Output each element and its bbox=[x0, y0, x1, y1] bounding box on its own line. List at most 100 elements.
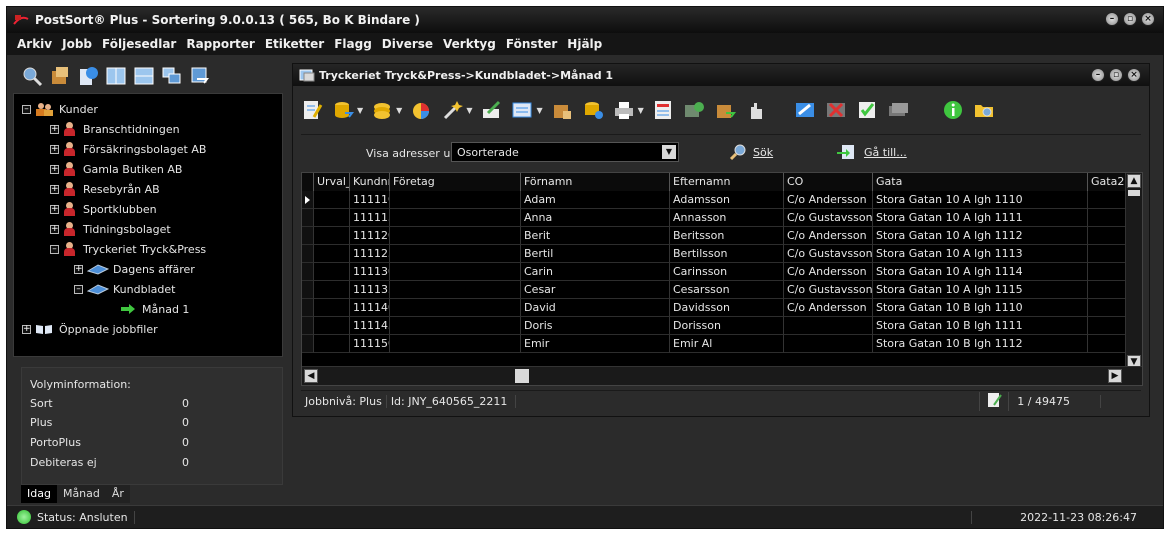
close-button[interactable]: × bbox=[1141, 12, 1155, 26]
table-cell[interactable] bbox=[1088, 245, 1128, 263]
package-stamp-icon[interactable] bbox=[551, 99, 573, 121]
network-sort-icon[interactable] bbox=[683, 99, 705, 121]
collapse-icon[interactable]: – bbox=[22, 104, 31, 114]
child-close-button[interactable]: × bbox=[1127, 68, 1141, 82]
table-cell[interactable] bbox=[314, 245, 350, 263]
menu-flagg[interactable]: Flagg bbox=[334, 37, 372, 51]
table-cell[interactable]: Emir bbox=[521, 335, 670, 353]
table-cell[interactable] bbox=[1088, 317, 1128, 335]
table-cell[interactable]: 111120 bbox=[350, 227, 390, 245]
table-cell[interactable]: Berit bbox=[521, 227, 670, 245]
form-icon[interactable] bbox=[511, 99, 533, 121]
edit-document-icon[interactable] bbox=[480, 99, 502, 121]
child-restore-button[interactable]: ▫ bbox=[1109, 68, 1123, 82]
collapse-icon[interactable]: – bbox=[74, 284, 83, 294]
menu-etiketter[interactable]: Etiketter bbox=[265, 37, 324, 51]
menu-rapporter[interactable]: Rapporter bbox=[186, 37, 254, 51]
table-cell[interactable]: C/o Gustavsson bbox=[784, 281, 873, 299]
info-icon[interactable] bbox=[942, 99, 964, 121]
table-cell[interactable]: 111110 bbox=[350, 191, 390, 209]
column-header[interactable]: Kundnr bbox=[350, 173, 390, 191]
table-cell[interactable] bbox=[1088, 281, 1128, 299]
expand-icon[interactable]: + bbox=[50, 124, 59, 134]
column-header[interactable]: Efternamn bbox=[670, 173, 784, 191]
table-cell[interactable]: C/o Gustavsson bbox=[784, 209, 873, 227]
table-cell[interactable]: Dorisson bbox=[670, 317, 784, 335]
menu-verktyg[interactable]: Verktyg bbox=[443, 37, 496, 51]
table-cell[interactable]: C/o Andersson bbox=[784, 227, 873, 245]
table-cell[interactable]: Stora Gatan 10 B lgh 1111 bbox=[873, 317, 1088, 335]
tree-item-customer[interactable]: + Gamla Butiken AB bbox=[50, 160, 182, 178]
table-cell[interactable] bbox=[314, 299, 350, 317]
table-cell[interactable] bbox=[1088, 263, 1128, 281]
table-cell[interactable]: C/o Andersson bbox=[784, 299, 873, 317]
table-cell[interactable] bbox=[1088, 227, 1128, 245]
column-header[interactable]: Förnamn bbox=[521, 173, 670, 191]
table-cell[interactable] bbox=[390, 299, 521, 317]
table-cell[interactable] bbox=[390, 335, 521, 353]
tree-item-customer[interactable]: + Sportklubben bbox=[50, 200, 157, 218]
table-cell[interactable]: C/o Andersson bbox=[784, 191, 873, 209]
table-cell[interactable]: Stora Gatan 10 A lgh 1112 bbox=[873, 227, 1088, 245]
goto-button[interactable]: Gå till... bbox=[836, 143, 907, 161]
table-cell[interactable] bbox=[314, 263, 350, 281]
database-coins-icon[interactable] bbox=[582, 99, 604, 121]
dropdown-arrow-icon[interactable]: ▼ bbox=[357, 106, 363, 115]
table-cell[interactable]: 111115 bbox=[350, 209, 390, 227]
row-selector[interactable] bbox=[302, 317, 314, 335]
tree-item-customer[interactable]: + Branschtidningen bbox=[50, 120, 180, 138]
table-cell[interactable]: 111145 bbox=[350, 317, 390, 335]
pie-chart-icon[interactable] bbox=[410, 99, 432, 121]
chevron-down-icon[interactable]: ▼ bbox=[662, 145, 676, 159]
expand-icon[interactable]: + bbox=[22, 324, 31, 334]
restore-button[interactable]: ▫ bbox=[1123, 12, 1137, 26]
tree-root-kunder[interactable]: – Kunder bbox=[22, 100, 98, 118]
search-button[interactable]: Sök bbox=[729, 143, 773, 161]
table-cell[interactable] bbox=[390, 227, 521, 245]
menu-foljesedlar[interactable]: Följesedlar bbox=[102, 37, 176, 51]
table-cell[interactable]: Adam bbox=[521, 191, 670, 209]
table-cell[interactable]: Stora Gatan 10 A lgh 1110 bbox=[873, 191, 1088, 209]
scroll-left-button[interactable]: ◀ bbox=[304, 369, 318, 383]
delete-x-icon[interactable] bbox=[825, 99, 847, 121]
search-customer-icon[interactable] bbox=[21, 65, 43, 87]
collapse-icon[interactable]: – bbox=[50, 244, 59, 254]
split-vertical-icon[interactable] bbox=[105, 65, 127, 87]
table-cell[interactable]: Emir Al bbox=[670, 335, 784, 353]
row-selector[interactable] bbox=[302, 299, 314, 317]
vertical-scroll-thumb[interactable] bbox=[1128, 190, 1140, 196]
export-arrow-icon[interactable] bbox=[794, 99, 816, 121]
refresh-windows-icon[interactable] bbox=[189, 65, 211, 87]
dropdown-arrow-icon[interactable]: ▼ bbox=[638, 106, 644, 115]
dropdown-arrow-icon[interactable]: ▼ bbox=[466, 106, 472, 115]
table-cell[interactable]: Annasson bbox=[670, 209, 784, 227]
dropdown-arrow-icon[interactable]: ▼ bbox=[396, 106, 402, 115]
minimize-button[interactable]: – bbox=[1105, 12, 1119, 26]
table-cell[interactable] bbox=[314, 227, 350, 245]
tab-manad[interactable]: Månad bbox=[56, 485, 106, 503]
table-cell[interactable]: Stora Gatan 10 A lgh 1111 bbox=[873, 209, 1088, 227]
table-cell[interactable]: Carin bbox=[521, 263, 670, 281]
table-cell[interactable] bbox=[390, 209, 521, 227]
table-cell[interactable] bbox=[1088, 209, 1128, 227]
tree-item-customer[interactable]: – Tryckeriet Tryck&Press bbox=[50, 240, 206, 258]
table-cell[interactable] bbox=[314, 317, 350, 335]
table-cell[interactable]: Anna bbox=[521, 209, 670, 227]
checklist-icon[interactable] bbox=[856, 99, 878, 121]
table-cell[interactable]: 111140 bbox=[350, 299, 390, 317]
table-cell[interactable]: 111135 bbox=[350, 281, 390, 299]
menu-fonster[interactable]: Fönster bbox=[506, 37, 557, 51]
table-cell[interactable]: Bertil bbox=[521, 245, 670, 263]
row-selector[interactable] bbox=[302, 245, 314, 263]
table-cell[interactable]: Cesarsson bbox=[670, 281, 784, 299]
expand-icon[interactable]: + bbox=[74, 264, 83, 274]
address-source-select[interactable]: Osorterade ▼ bbox=[451, 142, 679, 162]
tab-idag[interactable]: Idag bbox=[21, 485, 57, 503]
child-minimize-button[interactable]: – bbox=[1091, 68, 1105, 82]
expand-icon[interactable]: + bbox=[50, 184, 59, 194]
table-cell[interactable]: Stora Gatan 10 B lgh 1110 bbox=[873, 299, 1088, 317]
tree-item-job[interactable]: Månad 1 bbox=[120, 300, 189, 318]
menu-arkiv[interactable]: Arkiv bbox=[17, 37, 52, 51]
database-arrow-icon[interactable] bbox=[332, 99, 354, 121]
scroll-up-button[interactable]: ▲ bbox=[1127, 174, 1141, 188]
